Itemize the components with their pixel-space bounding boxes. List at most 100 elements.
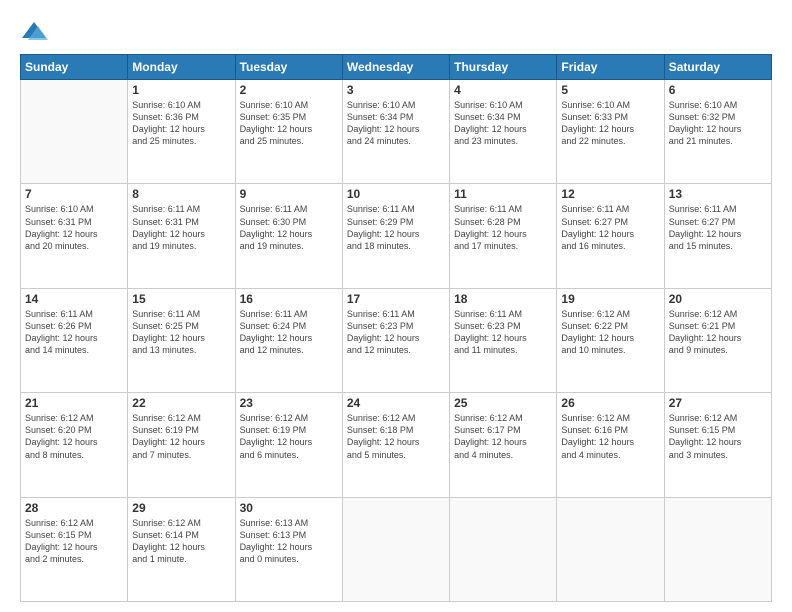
day-cell: 18Sunrise: 6:11 AM Sunset: 6:23 PM Dayli… (450, 288, 557, 392)
calendar-body: 1 Sunrise: 6:10 AM Sunset: 6:36 PM Daylig… (21, 80, 772, 602)
day-cell: 21 Sunrise: 6:12 AM Sunset: 6:20 PM Dayli… (21, 393, 128, 497)
day-number: 30 (240, 501, 338, 515)
day-info: Sunrise: 6:12 AM Sunset: 6:16 PM Dayligh… (561, 412, 659, 461)
day-info: Sunrise: 6:10 AM Sunset: 6:36 PM Dayligh… (132, 99, 230, 148)
day-number: 29 (132, 501, 230, 515)
week-row-4: 21 Sunrise: 6:12 AM Sunset: 6:20 PM Dayli… (21, 393, 772, 497)
day-info: Sunrise: 6:12 AM Sunset: 6:18 PM Dayligh… (347, 412, 445, 461)
day-cell: 22Sunrise: 6:12 AM Sunset: 6:19 PM Dayli… (128, 393, 235, 497)
week-row-5: 28 Sunrise: 6:12 AM Sunset: 6:15 PM Dayli… (21, 497, 772, 601)
day-info: Sunrise: 6:11 AM Sunset: 6:29 PM Dayligh… (347, 203, 445, 252)
day-cell: 2 Sunrise: 6:10 AM Sunset: 6:35 PM Daylig… (235, 80, 342, 184)
day-cell (342, 497, 449, 601)
day-info: Sunrise: 6:11 AM Sunset: 6:27 PM Dayligh… (669, 203, 767, 252)
day-info: Sunrise: 6:10 AM Sunset: 6:34 PM Dayligh… (454, 99, 552, 148)
day-info: Sunrise: 6:11 AM Sunset: 6:25 PM Dayligh… (132, 308, 230, 357)
day-number: 2 (240, 83, 338, 97)
day-cell: 19Sunrise: 6:12 AM Sunset: 6:22 PM Dayli… (557, 288, 664, 392)
day-cell: 1 Sunrise: 6:10 AM Sunset: 6:36 PM Daylig… (128, 80, 235, 184)
day-number: 16 (240, 292, 338, 306)
day-number: 18 (454, 292, 552, 306)
day-number: 13 (669, 187, 767, 201)
logo-icon (20, 18, 48, 46)
calendar-table: SundayMondayTuesdayWednesdayThursdayFrid… (20, 54, 772, 602)
day-info: Sunrise: 6:11 AM Sunset: 6:27 PM Dayligh… (561, 203, 659, 252)
day-number: 23 (240, 396, 338, 410)
day-cell: 23 Sunrise: 6:12 AM Sunset: 6:19 PM Dayli… (235, 393, 342, 497)
day-cell: 9 Sunrise: 6:11 AM Sunset: 6:30 PM Daylig… (235, 184, 342, 288)
day-info: Sunrise: 6:12 AM Sunset: 6:21 PM Dayligh… (669, 308, 767, 357)
day-cell: 15 Sunrise: 6:11 AM Sunset: 6:25 PM Dayli… (128, 288, 235, 392)
week-row-3: 14Sunrise: 6:11 AM Sunset: 6:26 PM Dayli… (21, 288, 772, 392)
day-info: Sunrise: 6:12 AM Sunset: 6:14 PM Dayligh… (132, 517, 230, 566)
day-number: 7 (25, 187, 123, 201)
day-cell: 27 Sunrise: 6:12 AM Sunset: 6:15 PM Dayli… (664, 393, 771, 497)
day-info: Sunrise: 6:12 AM Sunset: 6:19 PM Dayligh… (240, 412, 338, 461)
day-info: Sunrise: 6:11 AM Sunset: 6:28 PM Dayligh… (454, 203, 552, 252)
day-number: 25 (454, 396, 552, 410)
day-cell (664, 497, 771, 601)
header-cell-sunday: Sunday (21, 55, 128, 80)
day-info: Sunrise: 6:12 AM Sunset: 6:20 PM Dayligh… (25, 412, 123, 461)
calendar-header: SundayMondayTuesdayWednesdayThursdayFrid… (21, 55, 772, 80)
day-info: Sunrise: 6:11 AM Sunset: 6:26 PM Dayligh… (25, 308, 123, 357)
day-cell: 26 Sunrise: 6:12 AM Sunset: 6:16 PM Dayli… (557, 393, 664, 497)
header-cell-saturday: Saturday (664, 55, 771, 80)
day-number: 3 (347, 83, 445, 97)
day-cell: 28 Sunrise: 6:12 AM Sunset: 6:15 PM Dayli… (21, 497, 128, 601)
day-cell: 29 Sunrise: 6:12 AM Sunset: 6:14 PM Dayli… (128, 497, 235, 601)
day-info: Sunrise: 6:13 AM Sunset: 6:13 PM Dayligh… (240, 517, 338, 566)
day-number: 24 (347, 396, 445, 410)
logo (20, 18, 52, 46)
day-info: Sunrise: 6:10 AM Sunset: 6:34 PM Dayligh… (347, 99, 445, 148)
day-info: Sunrise: 6:11 AM Sunset: 6:23 PM Dayligh… (347, 308, 445, 357)
day-number: 5 (561, 83, 659, 97)
day-number: 22 (132, 396, 230, 410)
day-cell (557, 497, 664, 601)
day-number: 27 (669, 396, 767, 410)
day-number: 21 (25, 396, 123, 410)
week-row-2: 7Sunrise: 6:10 AM Sunset: 6:31 PM Daylig… (21, 184, 772, 288)
day-info: Sunrise: 6:11 AM Sunset: 6:31 PM Dayligh… (132, 203, 230, 252)
day-cell: 17 Sunrise: 6:11 AM Sunset: 6:23 PM Dayli… (342, 288, 449, 392)
day-info: Sunrise: 6:11 AM Sunset: 6:24 PM Dayligh… (240, 308, 338, 357)
day-info: Sunrise: 6:10 AM Sunset: 6:32 PM Dayligh… (669, 99, 767, 148)
day-cell: 10 Sunrise: 6:11 AM Sunset: 6:29 PM Dayli… (342, 184, 449, 288)
day-cell: 8 Sunrise: 6:11 AM Sunset: 6:31 PM Daylig… (128, 184, 235, 288)
day-number: 28 (25, 501, 123, 515)
header (20, 18, 772, 46)
day-number: 12 (561, 187, 659, 201)
day-cell: 16 Sunrise: 6:11 AM Sunset: 6:24 PM Dayli… (235, 288, 342, 392)
day-number: 15 (132, 292, 230, 306)
day-cell: 11 Sunrise: 6:11 AM Sunset: 6:28 PM Dayli… (450, 184, 557, 288)
day-info: Sunrise: 6:12 AM Sunset: 6:15 PM Dayligh… (669, 412, 767, 461)
header-cell-wednesday: Wednesday (342, 55, 449, 80)
day-number: 1 (132, 83, 230, 97)
day-cell (21, 80, 128, 184)
day-info: Sunrise: 6:12 AM Sunset: 6:17 PM Dayligh… (454, 412, 552, 461)
header-cell-tuesday: Tuesday (235, 55, 342, 80)
day-cell: 7Sunrise: 6:10 AM Sunset: 6:31 PM Daylig… (21, 184, 128, 288)
day-cell (450, 497, 557, 601)
day-cell: 4Sunrise: 6:10 AM Sunset: 6:34 PM Daylig… (450, 80, 557, 184)
day-cell: 14Sunrise: 6:11 AM Sunset: 6:26 PM Dayli… (21, 288, 128, 392)
day-number: 9 (240, 187, 338, 201)
day-number: 26 (561, 396, 659, 410)
day-info: Sunrise: 6:12 AM Sunset: 6:15 PM Dayligh… (25, 517, 123, 566)
day-cell: 3 Sunrise: 6:10 AM Sunset: 6:34 PM Daylig… (342, 80, 449, 184)
day-cell: 13 Sunrise: 6:11 AM Sunset: 6:27 PM Dayli… (664, 184, 771, 288)
week-row-1: 1 Sunrise: 6:10 AM Sunset: 6:36 PM Daylig… (21, 80, 772, 184)
day-number: 8 (132, 187, 230, 201)
day-number: 17 (347, 292, 445, 306)
header-cell-monday: Monday (128, 55, 235, 80)
day-cell: 12 Sunrise: 6:11 AM Sunset: 6:27 PM Dayli… (557, 184, 664, 288)
day-number: 20 (669, 292, 767, 306)
day-info: Sunrise: 6:10 AM Sunset: 6:35 PM Dayligh… (240, 99, 338, 148)
day-info: Sunrise: 6:12 AM Sunset: 6:22 PM Dayligh… (561, 308, 659, 357)
header-row: SundayMondayTuesdayWednesdayThursdayFrid… (21, 55, 772, 80)
day-info: Sunrise: 6:11 AM Sunset: 6:30 PM Dayligh… (240, 203, 338, 252)
day-cell: 6Sunrise: 6:10 AM Sunset: 6:32 PM Daylig… (664, 80, 771, 184)
day-number: 10 (347, 187, 445, 201)
day-number: 11 (454, 187, 552, 201)
day-cell: 25 Sunrise: 6:12 AM Sunset: 6:17 PM Dayli… (450, 393, 557, 497)
